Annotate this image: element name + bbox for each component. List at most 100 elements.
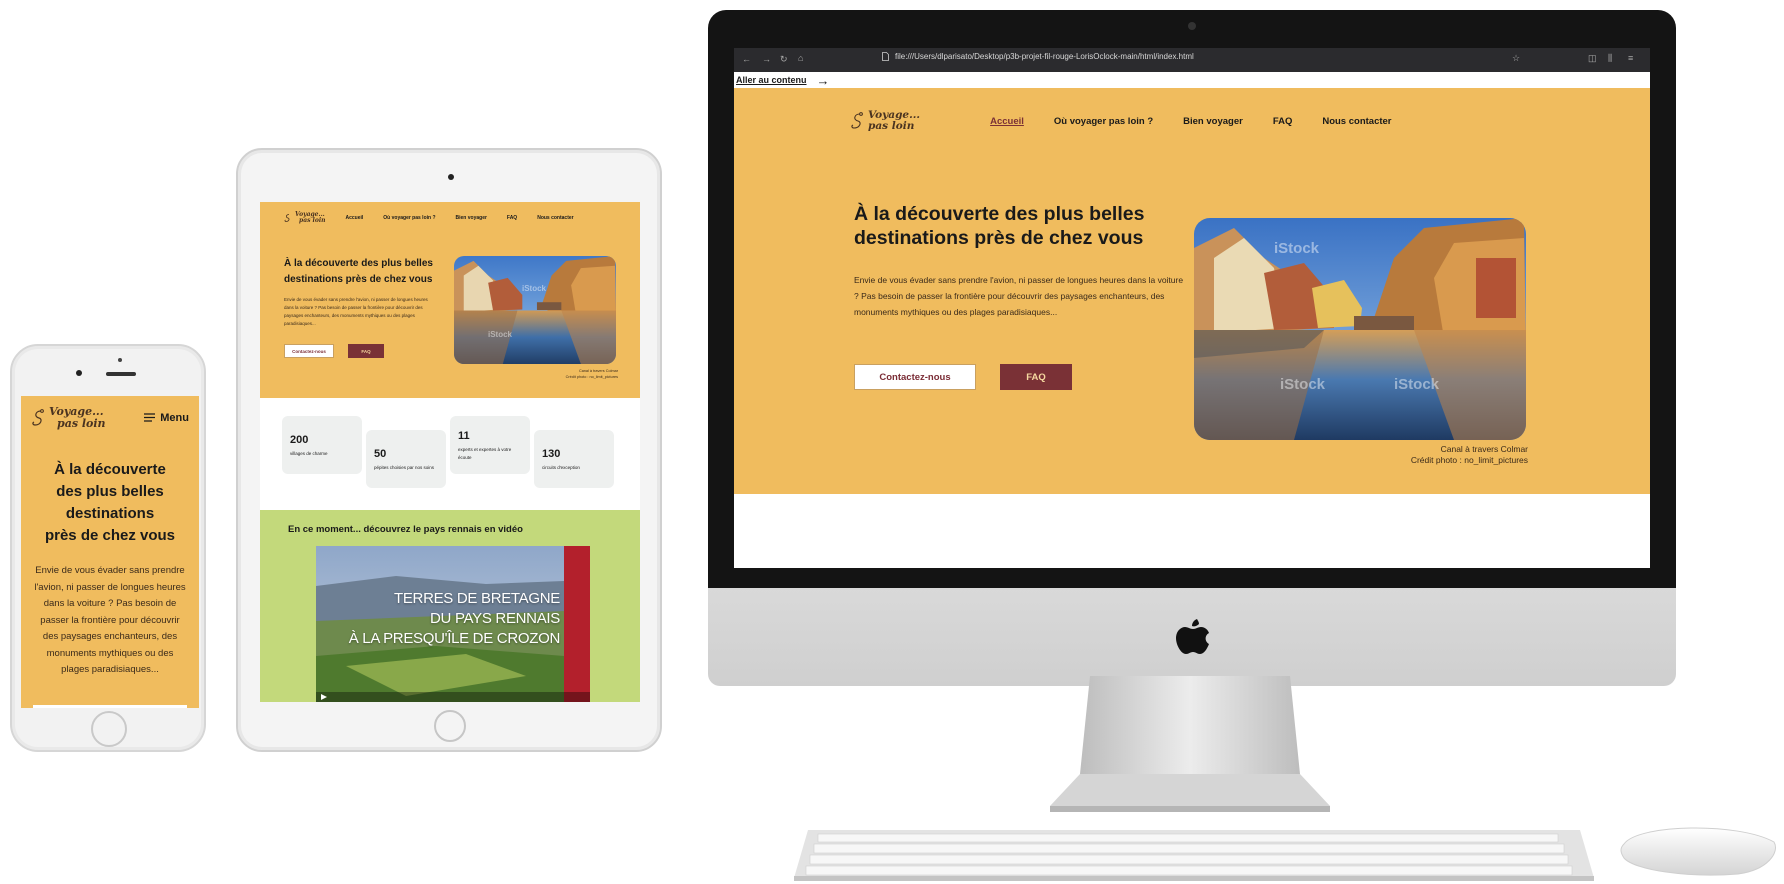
forward-icon[interactable]: → bbox=[762, 54, 771, 64]
stat-card: 130 circuits d'exception bbox=[534, 430, 614, 488]
video-heading: En ce moment... découvrez le pays rennai… bbox=[288, 524, 523, 535]
phone-home-button bbox=[91, 711, 127, 747]
stat-value: 130 bbox=[542, 448, 561, 460]
imac-screen: ← → ↻ ⌂ file:///Users/dlparisato/Desktop… bbox=[734, 48, 1650, 568]
back-icon[interactable]: ← bbox=[742, 54, 751, 64]
hamburger-icon bbox=[144, 413, 156, 422]
stat-label: circuits d'exception bbox=[542, 465, 580, 470]
headline-line: près de chez vous bbox=[44, 527, 176, 545]
site-logo[interactable]: Voyage... pas loin bbox=[31, 406, 106, 429]
bookmark-star-icon[interactable]: ☆ bbox=[1512, 53, 1520, 64]
mouse bbox=[1620, 827, 1776, 876]
keyboard bbox=[794, 830, 1594, 881]
nav-link-home[interactable]: Accueil bbox=[990, 116, 1024, 127]
menu-button[interactable]: Menu bbox=[144, 412, 189, 424]
apple-logo-icon bbox=[1176, 619, 1209, 654]
responsive-mockup: Voyage... pas loin Menu À la découverte … bbox=[0, 0, 1784, 884]
watermark: iStock bbox=[488, 330, 513, 339]
watermark: iStock bbox=[522, 284, 547, 293]
desktop-headline: À la découverte des plus belles destinat… bbox=[854, 203, 1145, 249]
video-title-line: TERRES DE BRETAGNE bbox=[393, 590, 560, 607]
skip-link-text: Aller au contenu bbox=[736, 75, 807, 85]
colmar-photo: iStock iStock iStock bbox=[1194, 218, 1526, 440]
url-text: file:///Users/dlparisato/Desktop/p3b-pro… bbox=[895, 52, 1194, 61]
photo-caption: Canal à travers Colmar Crédit photo : no… bbox=[1411, 444, 1528, 465]
video-red-bar bbox=[564, 546, 590, 702]
stat-card: 50 pépites choisies par nos soins bbox=[366, 430, 446, 488]
logo-line-2: pas loin bbox=[299, 217, 326, 225]
menu-icon[interactable]: ≡ bbox=[1628, 53, 1633, 63]
phone-device: Voyage... pas loin Menu À la découverte … bbox=[10, 344, 206, 752]
watermark: iStock bbox=[1274, 240, 1320, 257]
phone-intro-text: Envie de vous évader sans prendre l'avio… bbox=[34, 565, 186, 676]
stat-label: villages de charme bbox=[290, 451, 328, 456]
logo-text: Voyage... pas loin bbox=[49, 406, 106, 429]
photo-caption: Canal à travers Colmar Crédit photo : no… bbox=[566, 368, 618, 380]
site-logo[interactable]: Voyage... pas loin bbox=[284, 211, 326, 225]
imac-device: ← → ↻ ⌂ file:///Users/dlparisato/Desktop… bbox=[708, 10, 1676, 686]
stat-label: pépites choisies par nos soins bbox=[374, 465, 435, 470]
tablet-headline: À la découverte des plus belles destinat… bbox=[284, 258, 433, 285]
phone-header: Voyage... pas loin Menu bbox=[21, 396, 199, 429]
skip-link[interactable]: Aller au contenu → bbox=[734, 72, 1650, 88]
tablet-home-button bbox=[434, 710, 466, 742]
menu-label: Menu bbox=[160, 411, 189, 424]
phone-divider bbox=[33, 705, 187, 708]
canal-image bbox=[1194, 218, 1526, 440]
imac-camera bbox=[1188, 22, 1196, 30]
caption-line-1: Canal à travers Colmar bbox=[1440, 444, 1528, 454]
video-player[interactable]: TERRES DE BRETAGNE DU PAYS RENNAIS À LA … bbox=[316, 546, 590, 702]
headline-line: À la découverte bbox=[54, 461, 166, 479]
file-icon bbox=[882, 52, 889, 61]
nav-link-destinations[interactable]: Où voyager pas loin ? bbox=[383, 215, 435, 221]
nav-link-travel-well[interactable]: Bien voyager bbox=[1183, 116, 1243, 127]
nav-link-faq[interactable]: FAQ bbox=[1273, 116, 1293, 127]
stat-value: 50 bbox=[374, 448, 387, 460]
swirl-icon bbox=[851, 112, 863, 129]
nav-link-faq[interactable]: FAQ bbox=[507, 215, 517, 221]
contact-button[interactable]: Contactez-nous bbox=[284, 344, 334, 358]
swirl-icon bbox=[32, 408, 44, 426]
desktop-hero: Voyage... pas loin Accueil Où voyager pa… bbox=[734, 88, 1650, 494]
colmar-photo: iStock iStock bbox=[454, 256, 616, 364]
nav-link-travel-well[interactable]: Bien voyager bbox=[456, 215, 487, 221]
browser-toolbar: ← → ↻ ⌂ file:///Users/dlparisato/Desktop… bbox=[734, 48, 1650, 72]
phone-headline: À la découverte des plus belles destinat… bbox=[33, 459, 187, 547]
logo-line-2: pas loin bbox=[868, 120, 915, 133]
nav-link-destinations[interactable]: Où voyager pas loin ? bbox=[1054, 116, 1153, 127]
address-bar[interactable]: file:///Users/dlparisato/Desktop/p3b-pro… bbox=[882, 52, 1194, 61]
logo-text: Voyage... pas loin bbox=[868, 109, 920, 133]
pocket-icon[interactable]: ◫ bbox=[1588, 53, 1597, 64]
faq-button[interactable]: FAQ bbox=[348, 344, 384, 358]
logo-line-1: Voyage... bbox=[49, 405, 104, 418]
headline-line: des plus belles bbox=[56, 483, 164, 501]
home-icon[interactable]: ⌂ bbox=[798, 53, 803, 63]
caption-line-2: Crédit photo : no_limit_pictures bbox=[1410, 454, 1528, 465]
headline-line: destinations bbox=[65, 505, 155, 523]
tablet-screen: Voyage... pas loin Accueil Où voyager pa… bbox=[260, 202, 640, 702]
play-icon[interactable] bbox=[320, 693, 328, 701]
phone-speaker bbox=[106, 372, 136, 376]
tablet-intro-text: Envie de vous évader sans prendre l'avio… bbox=[284, 297, 428, 326]
faq-button[interactable]: FAQ bbox=[1000, 364, 1072, 390]
nav-link-home[interactable]: Accueil bbox=[345, 215, 363, 221]
phone-screen: Voyage... pas loin Menu À la découverte … bbox=[21, 396, 199, 708]
site-logo[interactable]: Voyage... pas loin bbox=[850, 109, 920, 133]
logo-line-2: pas loin bbox=[57, 416, 106, 430]
tablet-device: Voyage... pas loin Accueil Où voyager pa… bbox=[236, 148, 662, 752]
contact-button[interactable]: Contactez-nous bbox=[854, 364, 976, 390]
swirl-icon bbox=[284, 214, 290, 223]
video-controls[interactable] bbox=[316, 692, 590, 702]
tablet-nav: Voyage... pas loin Accueil Où voyager pa… bbox=[284, 211, 574, 225]
library-icon[interactable]: ⫼ bbox=[1608, 53, 1612, 64]
stat-label: experts et expertes à votre écoute bbox=[458, 447, 512, 460]
reload-icon[interactable]: ↻ bbox=[780, 54, 788, 65]
watermark: iStock bbox=[1394, 376, 1440, 393]
phone-camera bbox=[76, 370, 82, 376]
canal-image bbox=[454, 256, 616, 364]
tablet-camera bbox=[448, 174, 454, 180]
caption-line-2: Crédit photo : no_limit_pictures bbox=[565, 375, 618, 379]
nav-link-contact[interactable]: Nous contacter bbox=[1322, 116, 1391, 127]
nav-link-contact[interactable]: Nous contacter bbox=[537, 215, 573, 221]
stat-value: 11 bbox=[458, 430, 470, 442]
